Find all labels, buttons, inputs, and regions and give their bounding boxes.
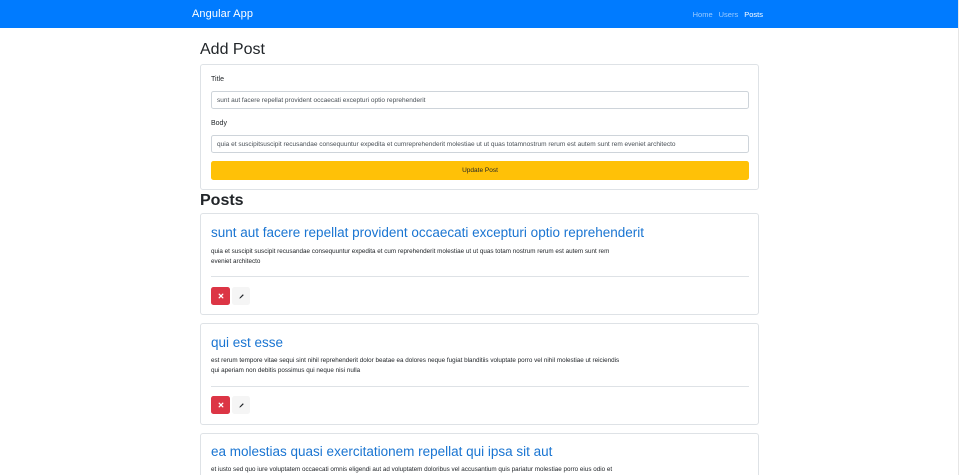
nav-link-home[interactable]: Home [693, 10, 713, 19]
post-title: sunt aut facere repellat provident occae… [211, 225, 645, 240]
navbar: Angular App Home Users Posts [0, 0, 959, 28]
pencil-icon [238, 293, 244, 299]
times-icon [218, 402, 223, 408]
post-body-line: quia et suscipit suscipit recusandae con… [211, 248, 610, 255]
post-body-line: eveniet architecto [211, 258, 261, 265]
body-input[interactable]: quia et suscipitsuscipit recusandae cons… [211, 135, 749, 153]
nav-link-users[interactable]: Users [719, 10, 739, 19]
post-body-line: est rerum tempore vitae sequi sint nihil… [211, 357, 620, 364]
delete-button[interactable] [211, 287, 230, 305]
brand-logo[interactable]: Angular App [192, 8, 253, 20]
add-post-heading: Add Post [200, 41, 265, 58]
post-body-line: et iusto sed quo iure voluptatem occaeca… [211, 466, 613, 473]
edit-button[interactable] [232, 396, 250, 414]
divider [211, 386, 749, 387]
title-input[interactable]: sunt aut facere repellat provident occae… [211, 91, 749, 109]
post-body: est rerum tempore vitae sequi sint nihil… [211, 356, 747, 376]
post-body: quia et suscipit suscipit recusandae con… [211, 247, 747, 267]
pencil-icon [238, 402, 244, 408]
post-title: ea molestias quasi exercitationem repell… [211, 444, 553, 459]
body-label: Body [211, 120, 227, 127]
post-card: sunt aut facere repellat provident occae… [200, 213, 759, 315]
title-label: Title [211, 76, 224, 83]
posts-heading: Posts [200, 192, 244, 209]
post-title: qui est esse [211, 335, 284, 350]
edit-button[interactable] [232, 287, 250, 305]
post-card: ea molestias quasi exercitationem repell… [200, 433, 759, 475]
nav-link-posts[interactable]: Posts [744, 10, 763, 19]
post-body-line: qui aperiam non debitis possimus qui neq… [211, 367, 361, 374]
post-body: et iusto sed quo iure voluptatem occaeca… [211, 465, 747, 475]
post-form-card: Title sunt aut facere repellat provident… [200, 64, 759, 190]
times-icon [218, 293, 223, 299]
update-post-button[interactable]: Update Post [211, 161, 749, 180]
nav-links: Home Users Posts [693, 10, 763, 19]
divider [211, 276, 749, 277]
post-card: qui est esse est rerum tempore vitae seq… [200, 323, 759, 425]
delete-button[interactable] [211, 396, 230, 414]
